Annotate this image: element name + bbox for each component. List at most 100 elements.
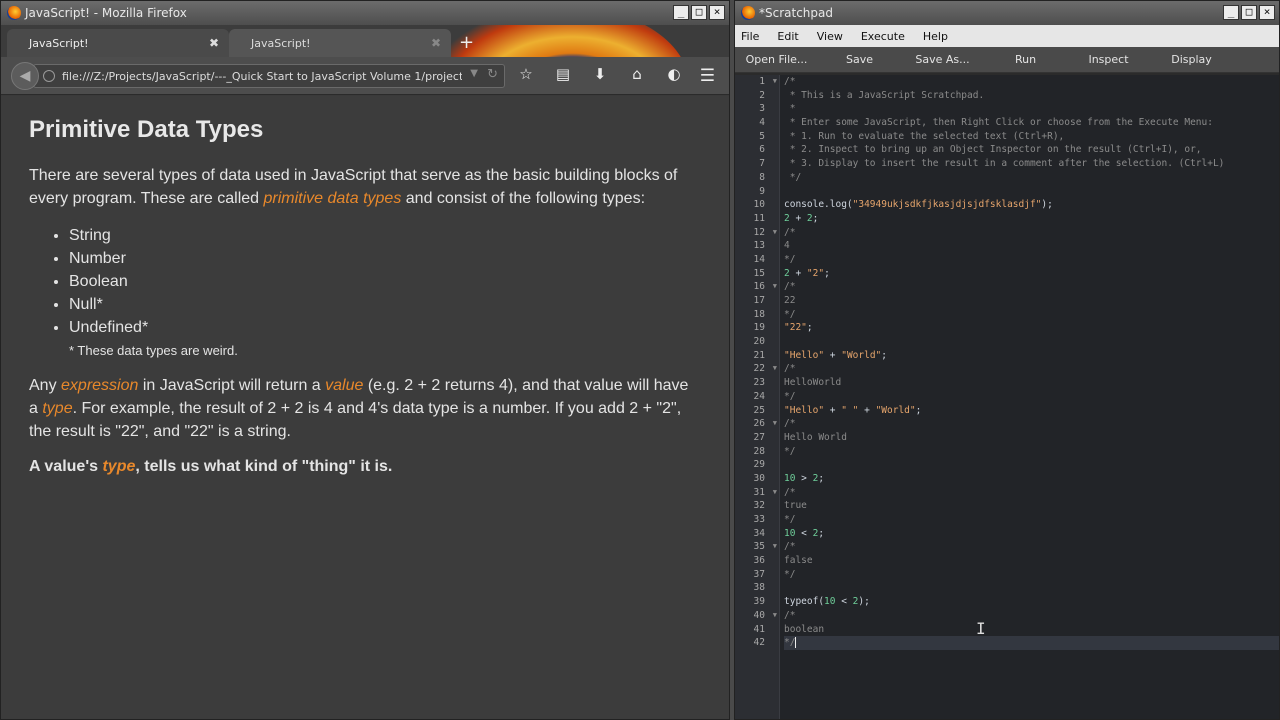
maximize-button[interactable]: □ [1241,5,1257,20]
code-line[interactable]: /* [784,540,1279,554]
code-line[interactable]: "Hello" + "World"; [784,349,1279,363]
open-file-button[interactable]: Open File... [735,53,818,66]
code-line[interactable]: boolean [784,623,1279,637]
fold-toggle-icon[interactable]: ▼ [773,226,777,240]
code-line[interactable]: 2 + "2"; [784,267,1279,281]
text: in JavaScript will return a [138,377,326,394]
minimize-button[interactable]: _ [673,5,689,20]
text: , tells us what kind of "thing" it is. [135,458,393,475]
code-line[interactable]: /* [784,280,1279,294]
fold-toggle-icon[interactable]: ▼ [773,609,777,623]
url-dropdown-icon[interactable]: ▼ [470,68,478,79]
fold-toggle-icon[interactable]: ▼ [773,486,777,500]
save-button[interactable]: Save [818,53,901,66]
star-icon[interactable]: ☆ [515,65,537,83]
line-number: 27 [753,431,765,443]
save-as-button[interactable]: Save As... [901,53,984,66]
code-line[interactable] [784,581,1279,595]
fold-toggle-icon[interactable]: ▼ [773,362,777,376]
menu-file[interactable]: File [741,30,759,43]
code-line[interactable]: */ [784,636,1279,650]
code-line[interactable]: /* [784,362,1279,376]
hamburger-menu-icon[interactable]: ☰ [700,66,715,86]
toolbar-icons: ☆ ▤ ⬇ ⌂ ◐ [515,65,685,83]
code-area[interactable]: I /* * This is a JavaScript Scratchpad. … [780,75,1279,719]
url-bar[interactable]: file:///Z:/Projects/JavaScript/---_Quick… [33,64,505,88]
code-line[interactable]: /* [784,609,1279,623]
line-number: 15 [753,267,765,279]
reading-list-icon[interactable]: ▤ [552,65,574,83]
fold-toggle-icon[interactable]: ▼ [773,417,777,431]
line-number: 25 [753,404,765,416]
page-title: Primitive Data Types [29,116,264,143]
code-line[interactable]: * Enter some JavaScript, then Right Clic… [784,116,1279,130]
code-line[interactable]: */ [784,568,1279,582]
tab-javascript-1[interactable]: JavaScript! ✖ [7,29,229,57]
menu-help[interactable]: Help [923,30,948,43]
code-line[interactable]: HelloWorld [784,376,1279,390]
menu-edit[interactable]: Edit [777,30,798,43]
code-line[interactable]: /* [784,417,1279,431]
text: . For example, the result of 2 + 2 is 4 … [29,400,682,440]
minimize-button[interactable]: _ [1223,5,1239,20]
code-line[interactable]: /* [784,226,1279,240]
code-editor[interactable]: 1 ▼ 2 3 4 5 6 7 8 9 10 11 12 ▼ 13 14 15 16 ▼ 17 18 19 20 21 22 ▼ 2… [735,75,1279,719]
fold-toggle-icon[interactable]: ▼ [773,280,777,294]
code-line[interactable]: "22"; [784,321,1279,335]
code-line[interactable]: 10 > 2; [784,472,1279,486]
code-line[interactable]: /* [784,75,1279,89]
fold-toggle-icon[interactable]: ▼ [773,540,777,554]
code-line[interactable] [784,335,1279,349]
emphasis: expression [61,377,139,394]
tab-close-icon[interactable]: ✖ [431,36,441,50]
close-button[interactable]: × [709,5,725,20]
line-number-gutter: 1 ▼ 2 3 4 5 6 7 8 9 10 11 12 ▼ 13 14 15 16 ▼ 17 18 19 20 21 22 ▼ 2… [735,75,780,719]
code-line[interactable]: false [784,554,1279,568]
display-button[interactable]: Display [1150,53,1233,66]
code-line[interactable]: * This is a JavaScript Scratchpad. [784,89,1279,103]
code-line[interactable]: */ [784,445,1279,459]
code-line[interactable]: */ [784,513,1279,527]
line-number: 3 [759,103,765,115]
code-line[interactable]: */ [784,253,1279,267]
line-number: 20 [753,336,765,348]
menu-view[interactable]: View [817,30,843,43]
code-line[interactable] [784,185,1279,199]
code-line[interactable]: typeof(10 < 2); [784,595,1279,609]
code-line[interactable]: * 3. Display to insert the result in a c… [784,157,1279,171]
fold-toggle-icon[interactable]: ▼ [773,75,777,89]
tab-javascript-2[interactable]: JavaScript! ✖ [229,29,451,57]
line-number: 37 [753,568,765,580]
code-line[interactable]: */ [784,390,1279,404]
reload-icon[interactable]: ↻ [487,67,498,82]
download-icon[interactable]: ⬇ [589,65,611,83]
menu-execute[interactable]: Execute [861,30,905,43]
code-line[interactable]: */ [784,171,1279,185]
code-line[interactable]: 2 + 2; [784,212,1279,226]
code-line[interactable]: "Hello" + " " + "World"; [784,404,1279,418]
code-line[interactable]: 10 < 2; [784,527,1279,541]
tab-close-icon[interactable]: ✖ [209,36,219,50]
mask-icon[interactable]: ◐ [663,65,685,83]
close-button[interactable]: × [1259,5,1275,20]
code-line[interactable] [784,458,1279,472]
back-arrow-icon[interactable]: ◀ [11,61,39,90]
code-line[interactable]: */ [784,308,1279,322]
run-button[interactable]: Run [984,53,1067,66]
home-icon[interactable]: ⌂ [626,65,648,83]
code-line[interactable]: true [784,499,1279,513]
code-line[interactable]: 4 [784,239,1279,253]
maximize-button[interactable]: □ [691,5,707,20]
code-line[interactable]: Hello World [784,431,1279,445]
list-item: Boolean [69,270,701,293]
code-line[interactable]: * [784,102,1279,116]
expression-paragraph: Any expression in JavaScript will return… [29,374,701,443]
code-line[interactable]: 22 [784,294,1279,308]
code-line[interactable]: * 1. Run to evaluate the selected text (… [784,130,1279,144]
code-line[interactable]: /* [784,486,1279,500]
code-line[interactable]: * 2. Inspect to bring up an Object Inspe… [784,143,1279,157]
code-line[interactable]: console.log("34949ukjsdkfjkasjdjsjdfskla… [784,198,1279,212]
text-cursor-icon: I [976,619,986,638]
inspect-button[interactable]: Inspect [1067,53,1150,66]
new-tab-button[interactable]: + [459,32,474,53]
